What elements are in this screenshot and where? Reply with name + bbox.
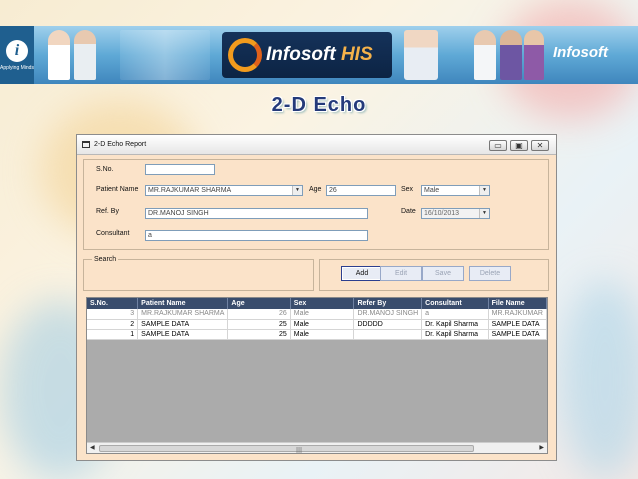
date-picker[interactable]: 16/10/2013 ▼ bbox=[421, 208, 490, 219]
cell-consultant: a bbox=[421, 309, 489, 320]
table-row[interactable]: 2 SAMPLE DATA 25 Male DDDDD Dr. Kapil Sh… bbox=[87, 319, 547, 330]
brand-name-right: Infosoft bbox=[553, 44, 608, 61]
cell-sno: 3 bbox=[87, 309, 139, 320]
table-row[interactable]: 1 SAMPLE DATA 25 Male Dr. Kapil Sharma S… bbox=[87, 329, 547, 340]
search-group: Search bbox=[83, 256, 314, 291]
cell-age: 25 bbox=[227, 319, 291, 330]
sex-value: Male bbox=[424, 187, 440, 194]
add-button[interactable]: Add bbox=[341, 266, 383, 281]
minimize-button[interactable]: ▭ bbox=[489, 140, 507, 151]
consultant-label: Consultant bbox=[96, 230, 130, 237]
cell-file-name: SAMPLE DATA bbox=[488, 329, 547, 340]
echo-report-window: 2-D Echo Report ▭ ▣ ✕ S.No. Patient Name… bbox=[76, 134, 557, 461]
age-field[interactable]: 26 bbox=[326, 185, 396, 196]
scroll-right-icon[interactable]: ▶ bbox=[539, 444, 544, 451]
cell-age: 25 bbox=[227, 329, 291, 340]
column-header-refer-by[interactable]: Refer By bbox=[353, 298, 423, 309]
ref-by-field[interactable]: DR.MANOJ SINGH bbox=[145, 208, 368, 219]
cell-sex: Male bbox=[290, 329, 355, 340]
patient-name-value: MR.RAJKUMAR SHARMA bbox=[148, 187, 232, 194]
records-table: S.No. Patient Name Age Sex Refer By Cons… bbox=[87, 298, 547, 340]
maximize-button[interactable]: ▣ bbox=[510, 140, 528, 151]
date-value: 16/10/2013 bbox=[424, 210, 460, 217]
patient-name-select[interactable]: MR.RAJKUMAR SHARMA ▼ bbox=[145, 185, 303, 196]
chevron-down-icon[interactable]: ▼ bbox=[292, 186, 302, 195]
header-banner: i Applying Minds Infosoft HIS Infosoft bbox=[0, 26, 638, 84]
age-label: Age bbox=[309, 186, 322, 193]
sex-label: Sex bbox=[401, 186, 414, 193]
patient-name-label: Patient Name bbox=[96, 186, 139, 193]
patient-photo bbox=[524, 30, 544, 80]
records-grid[interactable]: S.No. Patient Name Age Sex Refer By Cons… bbox=[86, 297, 548, 454]
cell-refer-by: DDDDD bbox=[353, 319, 423, 330]
column-header-age[interactable]: Age bbox=[227, 298, 291, 309]
doctor-photo bbox=[74, 30, 96, 80]
edit-button[interactable]: Edit bbox=[380, 266, 422, 281]
nurse-photo bbox=[404, 30, 438, 80]
save-button[interactable]: Save bbox=[422, 266, 464, 281]
chevron-down-icon[interactable]: ▼ bbox=[479, 209, 489, 218]
close-button[interactable]: ✕ bbox=[531, 140, 549, 151]
column-header-sno[interactable]: S.No. bbox=[87, 298, 139, 309]
horizontal-scrollbar[interactable]: ◀ ||| ▶ bbox=[87, 442, 547, 453]
sno-field[interactable] bbox=[145, 164, 215, 175]
slide-title: 2-D Echo bbox=[271, 94, 367, 116]
window-title: 2-D Echo Report bbox=[94, 141, 147, 148]
cell-refer-by: DR.MANOJ SINGH bbox=[353, 309, 423, 320]
logo-letter: i bbox=[6, 39, 28, 62]
cell-sno: 2 bbox=[87, 319, 139, 330]
column-header-file-name[interactable]: File Name bbox=[488, 298, 547, 309]
cell-sex: Male bbox=[290, 319, 355, 330]
cell-sex: Male bbox=[290, 309, 355, 320]
cell-file-name: SAMPLE DATA bbox=[488, 319, 547, 330]
chevron-down-icon[interactable]: ▼ bbox=[479, 186, 489, 195]
brand-name: Infosoft bbox=[266, 44, 336, 65]
brand-suffix: HIS bbox=[340, 44, 373, 65]
slide: { "banner": { "logo_letter": "i", "logo_… bbox=[0, 0, 638, 479]
scroll-left-icon[interactable]: ◀ bbox=[90, 444, 95, 451]
doctor-photo bbox=[48, 30, 70, 80]
company-logo: i Applying Minds bbox=[0, 26, 34, 84]
consultant-field[interactable]: a bbox=[145, 230, 368, 241]
cell-file-name: MR.RAJKUMAR bbox=[488, 309, 547, 320]
window-titlebar[interactable]: 2-D Echo Report ▭ ▣ ✕ bbox=[77, 135, 556, 155]
column-header-sex[interactable]: Sex bbox=[290, 298, 355, 309]
patient-details-panel: S.No. Patient Name MR.RAJKUMAR SHARMA ▼ … bbox=[83, 159, 549, 250]
scrollbar-grip-icon: ||| bbox=[296, 447, 303, 454]
cell-patient-name: SAMPLE DATA bbox=[137, 329, 229, 340]
cell-patient-name: MR.RAJKUMAR SHARMA bbox=[137, 309, 229, 320]
cell-refer-by bbox=[353, 329, 423, 340]
window-icon bbox=[82, 141, 90, 148]
logo-tagline: Applying Minds bbox=[0, 64, 34, 71]
infosoft-his-logo: Infosoft HIS bbox=[222, 32, 392, 78]
ecg-graphic bbox=[120, 30, 210, 80]
cell-sno: 1 bbox=[87, 329, 139, 340]
background-blob bbox=[560, 280, 638, 479]
swirl-logo-icon bbox=[228, 38, 262, 72]
column-header-consultant[interactable]: Consultant bbox=[421, 298, 489, 309]
date-label: Date bbox=[401, 208, 416, 215]
cell-consultant: Dr. Kapil Sharma bbox=[421, 319, 489, 330]
cell-consultant: Dr. Kapil Sharma bbox=[421, 329, 489, 340]
sex-select[interactable]: Male ▼ bbox=[421, 185, 490, 196]
cell-age: 26 bbox=[227, 309, 291, 320]
search-label: Search bbox=[92, 256, 119, 263]
scrollbar-thumb[interactable]: ||| bbox=[99, 445, 474, 454]
ref-by-label: Ref. By bbox=[96, 208, 119, 215]
table-header-row: S.No. Patient Name Age Sex Refer By Cons… bbox=[87, 298, 547, 309]
delete-button[interactable]: Delete bbox=[469, 266, 511, 281]
column-header-patient-name[interactable]: Patient Name bbox=[137, 298, 229, 309]
cell-patient-name: SAMPLE DATA bbox=[137, 319, 229, 330]
sno-label: S.No. bbox=[96, 166, 114, 173]
table-row[interactable]: 3 MR.RAJKUMAR SHARMA 26 Male DR.MANOJ SI… bbox=[87, 309, 547, 320]
patient-photo bbox=[500, 30, 522, 80]
doctor-photo bbox=[474, 30, 496, 80]
